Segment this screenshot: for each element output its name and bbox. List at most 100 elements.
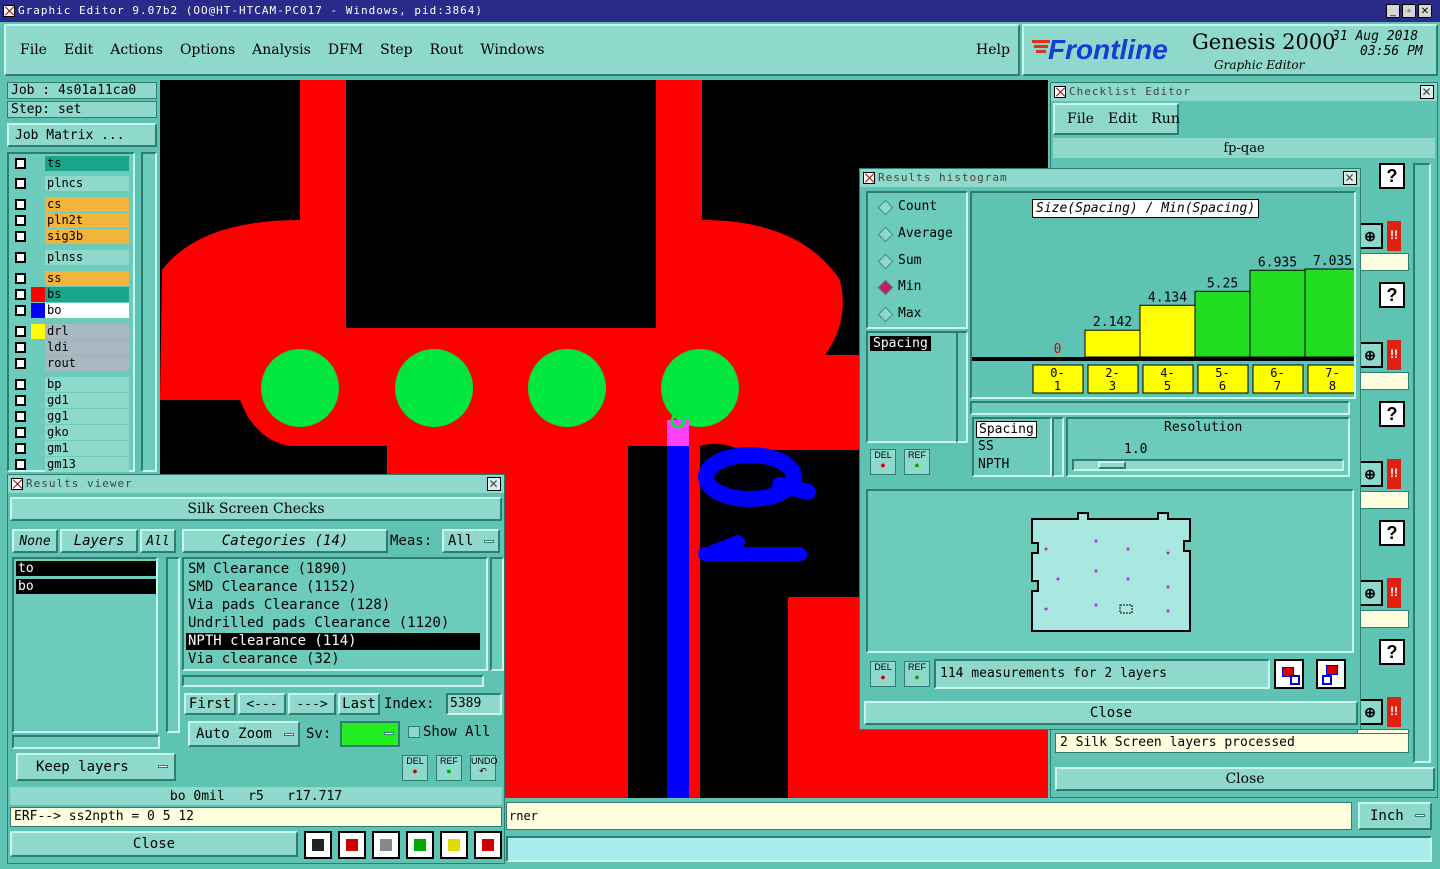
command-line[interactable] bbox=[506, 836, 1432, 862]
layer-name[interactable]: gm1 bbox=[45, 441, 129, 456]
layer-name[interactable]: gg1 bbox=[45, 409, 129, 424]
layer-name[interactable]: pln2t bbox=[45, 213, 129, 228]
layer-name[interactable]: cs bbox=[45, 197, 129, 212]
attr-list-scrollbar[interactable] bbox=[956, 331, 968, 443]
category-item[interactable]: NPTH clearance (114) bbox=[186, 633, 480, 650]
viewer-undo-button[interactable]: UNDO ↶ bbox=[470, 755, 498, 781]
layer-name[interactable]: drl bbox=[45, 324, 129, 339]
exclude-tool-icon[interactable] bbox=[372, 831, 400, 859]
layer-row-gd1[interactable]: gd1 bbox=[11, 393, 129, 408]
checklist-scrollbar[interactable] bbox=[1413, 163, 1431, 763]
layer-row-bs[interactable]: bs bbox=[11, 287, 129, 302]
layer-checkbox[interactable] bbox=[15, 215, 26, 226]
layer-name[interactable]: ss bbox=[45, 271, 129, 286]
keep-layers-dropdown[interactable]: Keep layers bbox=[16, 753, 176, 781]
menu-step[interactable]: Step bbox=[380, 42, 412, 58]
attr-list-item-spacing[interactable]: Spacing bbox=[870, 336, 931, 351]
menu-file[interactable]: File bbox=[20, 42, 47, 58]
menu-rout[interactable]: Rout bbox=[430, 42, 464, 58]
layer-checkbox[interactable] bbox=[15, 252, 26, 263]
board-preview[interactable] bbox=[866, 489, 1354, 653]
menu-windows[interactable]: Windows bbox=[480, 42, 544, 58]
layer-checkbox[interactable] bbox=[15, 305, 26, 316]
layers-all-button[interactable]: All bbox=[140, 529, 176, 553]
layer-row-gm13[interactable]: gm13 bbox=[11, 457, 129, 472]
category-item[interactable]: SM Clearance (1890) bbox=[186, 561, 480, 578]
viewer-close-icon[interactable]: ✕ bbox=[487, 477, 501, 491]
layer-row-ldi[interactable]: ldi bbox=[11, 340, 129, 355]
layer-checkbox[interactable] bbox=[15, 199, 26, 210]
result-layer-to[interactable]: to bbox=[16, 561, 156, 576]
layer-checkbox[interactable] bbox=[15, 326, 26, 337]
layer-checkbox[interactable] bbox=[15, 358, 26, 369]
auto-zoom-dropdown[interactable]: Auto Zoom bbox=[188, 721, 300, 747]
layer-checkbox[interactable] bbox=[15, 379, 26, 390]
layer-row-gko[interactable]: gko bbox=[11, 425, 129, 440]
menu-help[interactable]: Help bbox=[976, 42, 1010, 58]
radio-max[interactable]: Max bbox=[874, 302, 968, 326]
show-all-checkbox[interactable] bbox=[408, 726, 420, 738]
layer-name[interactable]: gd1 bbox=[45, 393, 129, 408]
help-question-icon[interactable]: ? bbox=[1379, 401, 1405, 427]
help-question-icon[interactable]: ? bbox=[1379, 282, 1405, 308]
histogram-tool-icon[interactable] bbox=[304, 831, 332, 859]
viewer-close-button[interactable]: Close bbox=[10, 831, 298, 857]
radio-count[interactable]: Count bbox=[874, 195, 968, 219]
layer-row-bo[interactable]: bo bbox=[11, 303, 129, 318]
layer-row-rout[interactable]: rout bbox=[11, 356, 129, 371]
layer-checkbox[interactable] bbox=[15, 443, 26, 454]
layer-row-cs[interactable]: cs bbox=[11, 197, 129, 212]
types-scrollbar[interactable] bbox=[1052, 417, 1064, 477]
sv-color-dropdown[interactable] bbox=[340, 721, 400, 747]
histogram-del-button[interactable]: DEL ● bbox=[870, 449, 896, 475]
help-question-icon[interactable]: ? bbox=[1379, 639, 1405, 665]
close-icon[interactable]: ✕ bbox=[1418, 4, 1432, 18]
layer-row-bp[interactable]: bp bbox=[11, 377, 129, 392]
menu-options[interactable]: Options bbox=[180, 42, 235, 58]
histogram-ref-button[interactable]: REF ● bbox=[904, 449, 930, 475]
layer-checkbox[interactable] bbox=[15, 342, 26, 353]
preview-ref-button[interactable]: REF ● bbox=[904, 661, 930, 687]
radio-min[interactable]: Min bbox=[874, 275, 968, 299]
job-matrix-button[interactable]: Job Matrix ... bbox=[7, 123, 157, 147]
checklist-close-icon[interactable]: ✕ bbox=[1420, 85, 1434, 99]
types-item-npth[interactable]: NPTH bbox=[978, 457, 1009, 472]
checklist-menu-run[interactable]: Run bbox=[1151, 111, 1180, 127]
prev-button[interactable]: <--- bbox=[238, 693, 286, 715]
zoom-home-icon[interactable] bbox=[1316, 659, 1346, 689]
histogram-close-button[interactable]: Close bbox=[864, 701, 1358, 725]
layer-name[interactable]: bs bbox=[45, 287, 129, 302]
types-item-ss[interactable]: SS bbox=[978, 439, 994, 454]
help-question-icon[interactable]: ? bbox=[1379, 520, 1405, 546]
category-scrollbar[interactable] bbox=[490, 557, 504, 671]
viewer-del-button[interactable]: DEL ● bbox=[402, 755, 428, 781]
menu-dfm[interactable]: DFM bbox=[328, 42, 363, 58]
layer-list-scrollbar[interactable] bbox=[141, 152, 157, 472]
first-button[interactable]: First bbox=[184, 693, 236, 715]
layer-results-hscroll[interactable] bbox=[12, 735, 160, 749]
meas-dropdown[interactable]: All bbox=[442, 529, 500, 553]
layer-name[interactable]: sig3b bbox=[45, 229, 129, 244]
histogram-close-icon[interactable]: ✕ bbox=[1343, 171, 1357, 185]
help-question-icon[interactable]: ? bbox=[1379, 163, 1405, 189]
layers-button[interactable]: Layers bbox=[60, 529, 138, 553]
category-hscroll[interactable] bbox=[182, 675, 484, 687]
radio-sum[interactable]: Sum bbox=[874, 249, 968, 273]
layer-name[interactable]: plnss bbox=[45, 250, 129, 265]
minimize-icon[interactable]: _ bbox=[1386, 4, 1400, 18]
number-tool-icon[interactable] bbox=[406, 831, 434, 859]
layer-name[interactable]: plncs bbox=[45, 176, 129, 191]
menu-analysis[interactable]: Analysis bbox=[252, 42, 311, 58]
layer-checkbox[interactable] bbox=[15, 427, 26, 438]
layer-row-ss[interactable]: ss bbox=[11, 271, 129, 286]
layer-name[interactable]: gko bbox=[45, 425, 129, 440]
layer-row-drl[interactable]: drl bbox=[11, 324, 129, 339]
category-item[interactable]: Via pads Clearance (128) bbox=[186, 597, 480, 614]
layer-row-ts[interactable]: ts bbox=[11, 156, 129, 171]
units-dropdown[interactable]: Inch bbox=[1358, 802, 1432, 830]
layer-row-plncs[interactable]: plncs bbox=[11, 176, 129, 191]
next-button[interactable]: ---> bbox=[288, 693, 336, 715]
menu-edit[interactable]: Edit bbox=[64, 42, 93, 58]
layer-checkbox[interactable] bbox=[15, 459, 26, 470]
layer-checkbox[interactable] bbox=[15, 178, 26, 189]
